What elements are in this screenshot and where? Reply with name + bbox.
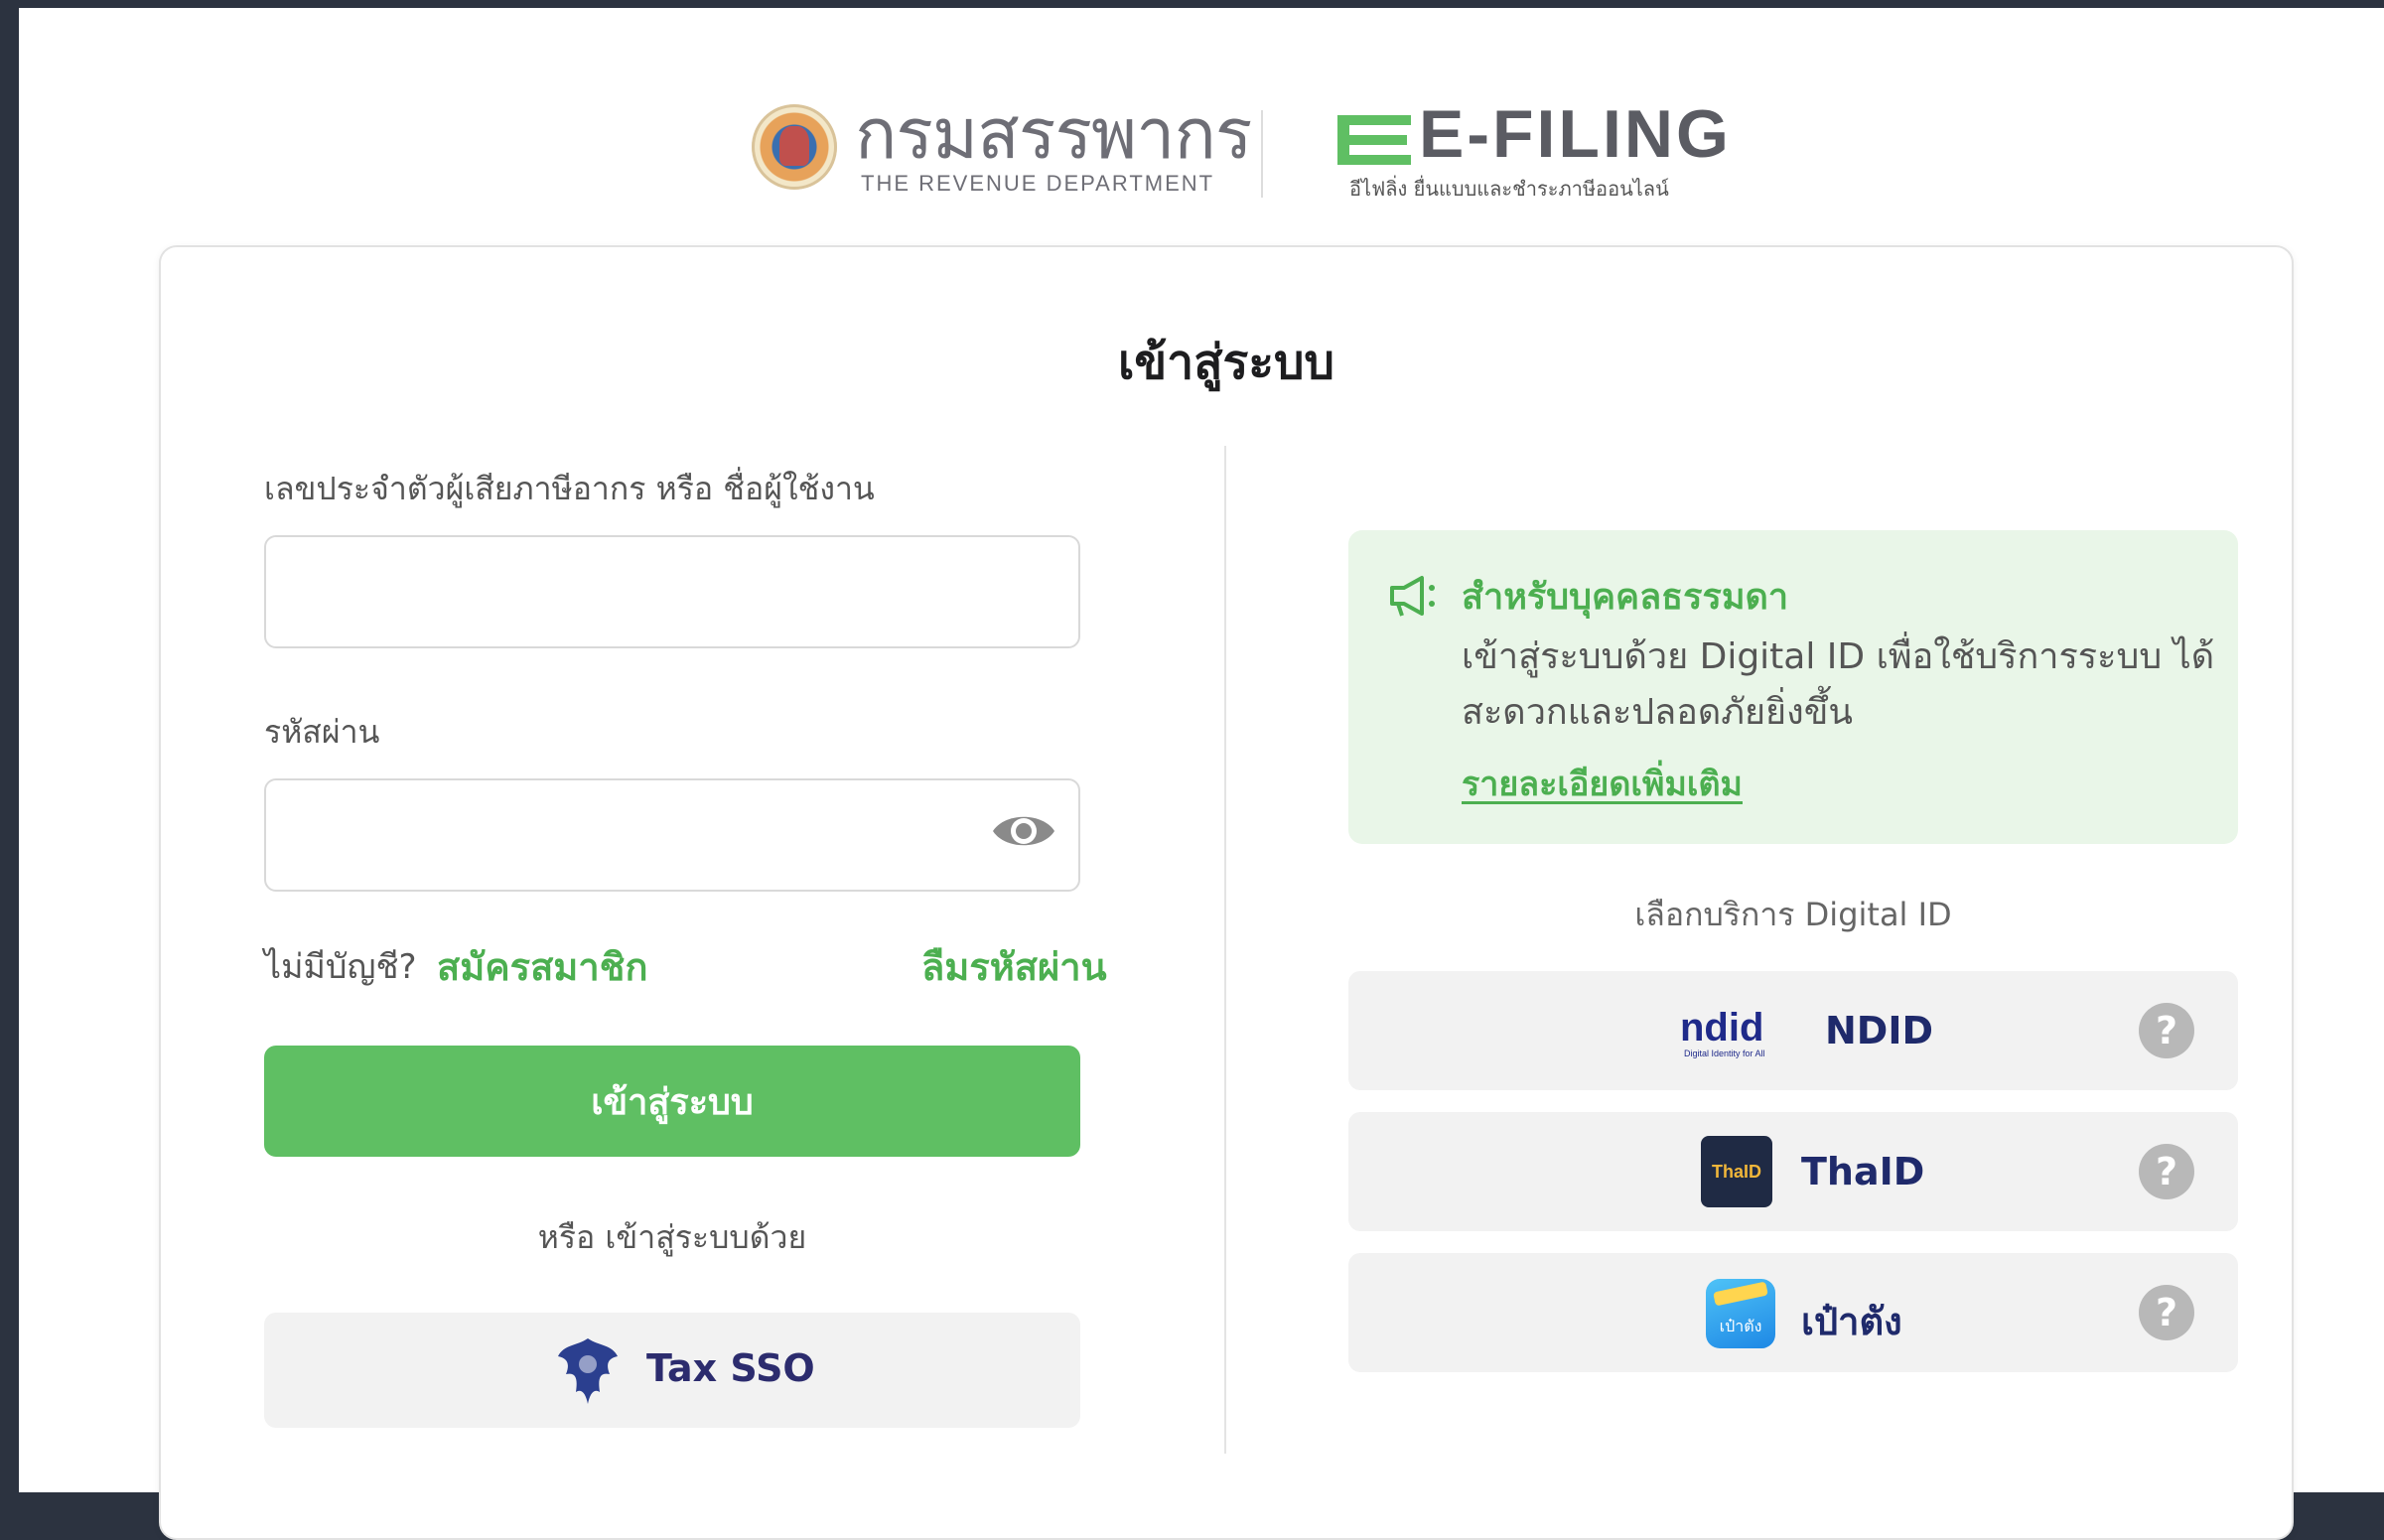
- paotang-help-icon[interactable]: ?: [2139, 1285, 2194, 1340]
- ndid-logo-icon: ndid Digital Identity for All: [1680, 1006, 1765, 1058]
- efiling-subtitle: อีไฟลิ่ง ยื่นแบบและชำระภาษีออนไลน์: [1349, 177, 1669, 201]
- megaphone-icon: [1390, 576, 1435, 617]
- password-input[interactable]: [264, 778, 1080, 892]
- revenue-department-seal-icon: [752, 104, 837, 190]
- ndid-label: NDID: [1825, 1009, 1934, 1052]
- password-label: รหัสผ่าน: [264, 713, 380, 751]
- column-divider: [1224, 446, 1226, 1454]
- thaid-help-icon[interactable]: ?: [2139, 1144, 2194, 1199]
- efiling-mark-icon: [1337, 115, 1411, 165]
- or-login-with-text: หรือ เข้าสู่ระบบด้วย: [537, 1218, 807, 1256]
- revenue-department-logo-text: กรมสรรพากร: [855, 95, 1252, 173]
- paotang-logo-icon: เป๋าตัง: [1706, 1279, 1775, 1348]
- login-card: เข้าสู่ระบบ เลขประจำตัวผู้เสียภาษีอากร ห…: [159, 245, 2294, 1540]
- thaid-button[interactable]: ThaID ThaID ?: [1348, 1112, 2238, 1231]
- card-title: เข้าสู่ระบบ: [1118, 335, 1334, 390]
- tax-sso-label: Tax SSO: [646, 1346, 815, 1390]
- username-label: เลขประจำตัวผู้เสียภาษีอากร หรือ ชื่อผู้ใ…: [264, 470, 875, 507]
- thaid-logo-icon: ThaID: [1701, 1136, 1772, 1207]
- register-link[interactable]: สมัครสมาชิก: [437, 936, 647, 997]
- paotang-logo-text: เป๋าตัง: [1719, 1317, 1762, 1335]
- choose-digital-id-label: เลือกบริการ Digital ID: [1634, 896, 1952, 933]
- login-page: กรมสรรพากร THE REVENUE DEPARTMENT E-FILI…: [19, 8, 2384, 1540]
- header: กรมสรรพากร THE REVENUE DEPARTMENT E-FILI…: [19, 8, 2384, 236]
- ndid-logo-subtext: Digital Identity for All: [1684, 1049, 1765, 1058]
- individual-notice-box: สำหรับบุคคลธรรมดา เข้าสู่ระบบด้วย Digita…: [1348, 530, 2238, 844]
- tax-sso-button[interactable]: Tax SSO: [264, 1313, 1080, 1428]
- notice-title: สำหรับบุคคลธรรมดา: [1462, 577, 1789, 618]
- notice-body: เข้าสู่ระบบด้วย Digital ID เพื่อใช้บริกา…: [1462, 636, 2215, 733]
- garuda-emblem-icon: [558, 1338, 618, 1404]
- more-details-link[interactable]: รายละเอียดเพิ่มเติม: [1462, 757, 1743, 810]
- header-divider: [1261, 110, 1263, 198]
- efiling-logo-text: E-FILING: [1419, 96, 1732, 172]
- paotang-button[interactable]: เป๋าตัง เป๋าตัง ?: [1348, 1253, 2238, 1372]
- show-password-eye-icon[interactable]: [991, 808, 1056, 854]
- login-submit-button[interactable]: เข้าสู่ระบบ: [264, 1046, 1080, 1157]
- paotang-label: เป๋าตัง: [1801, 1300, 1902, 1343]
- revenue-department-english-name: THE REVENUE DEPARTMENT: [861, 171, 1215, 196]
- forgot-password-link[interactable]: ลืมรหัสผ่าน: [921, 936, 1107, 997]
- ndid-logo-text: ndid: [1680, 1006, 1763, 1050]
- no-account-text: ไม่มีบัญชี?: [264, 947, 417, 987]
- thaid-label: ThaID: [1801, 1150, 1925, 1193]
- ndid-button[interactable]: ndid Digital Identity for All NDID ?: [1348, 971, 2238, 1090]
- username-input[interactable]: [264, 535, 1080, 648]
- ndid-help-icon[interactable]: ?: [2139, 1003, 2194, 1058]
